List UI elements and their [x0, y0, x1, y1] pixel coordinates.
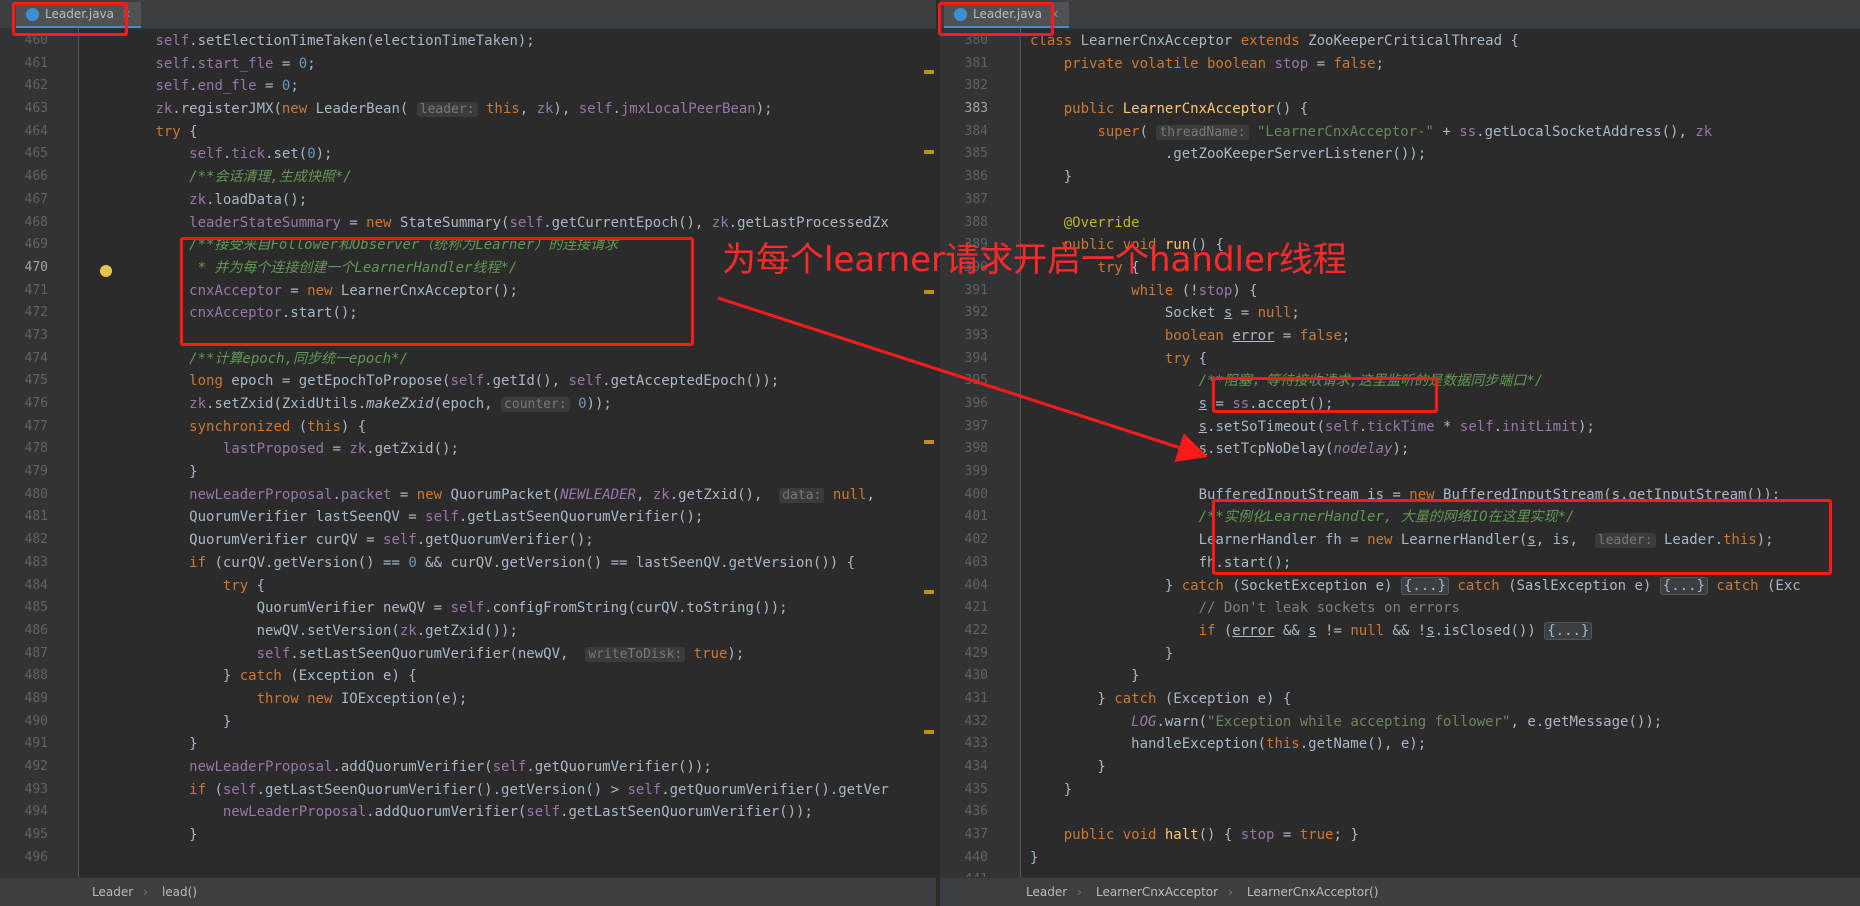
annotation-arrow: [717, 296, 1208, 462]
